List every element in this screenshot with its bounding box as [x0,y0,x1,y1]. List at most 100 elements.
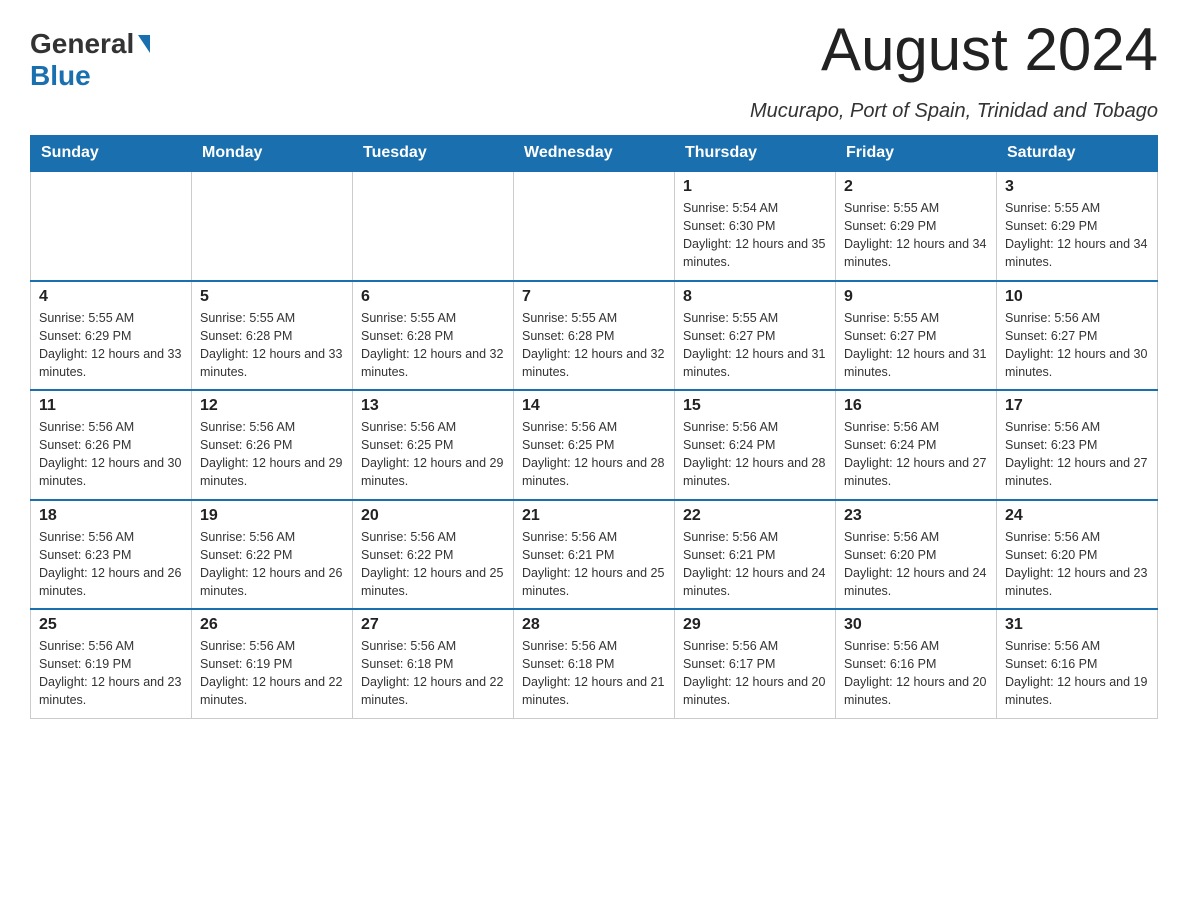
day-info: Sunrise: 5:55 AM Sunset: 6:29 PM Dayligh… [844,199,988,272]
calendar-day-15: 15 Sunrise: 5:56 AM Sunset: 6:24 PM Dayli… [675,390,836,500]
calendar-day-9: 9 Sunrise: 5:55 AM Sunset: 6:27 PM Daylig… [836,281,997,391]
day-number: 26 [200,616,344,634]
day-number: 7 [522,288,666,306]
calendar-day-empty [31,171,192,281]
calendar-day-5: 5 Sunrise: 5:55 AM Sunset: 6:28 PM Daylig… [192,281,353,391]
day-info: Sunrise: 5:56 AM Sunset: 6:16 PM Dayligh… [1005,637,1149,710]
logo: General Blue [30,20,150,92]
calendar-week-row: 4 Sunrise: 5:55 AM Sunset: 6:29 PM Daylig… [31,281,1158,391]
day-number: 20 [361,507,505,525]
weekday-header-sunday: Sunday [31,136,192,172]
calendar-day-4: 4 Sunrise: 5:55 AM Sunset: 6:29 PM Daylig… [31,281,192,391]
day-info: Sunrise: 5:55 AM Sunset: 6:29 PM Dayligh… [39,309,183,382]
day-number: 4 [39,288,183,306]
calendar-day-6: 6 Sunrise: 5:55 AM Sunset: 6:28 PM Daylig… [353,281,514,391]
weekday-header-tuesday: Tuesday [353,136,514,172]
calendar-day-19: 19Sunrise: 5:56 AM Sunset: 6:22 PM Dayli… [192,500,353,610]
day-info: Sunrise: 5:55 AM Sunset: 6:27 PM Dayligh… [683,309,827,382]
calendar-day-30: 30Sunrise: 5:56 AM Sunset: 6:16 PM Dayli… [836,609,997,718]
day-info: Sunrise: 5:56 AM Sunset: 6:25 PM Dayligh… [522,418,666,491]
calendar-day-8: 8Sunrise: 5:55 AM Sunset: 6:27 PM Daylig… [675,281,836,391]
day-info: Sunrise: 5:56 AM Sunset: 6:23 PM Dayligh… [39,528,183,601]
weekday-header-monday: Monday [192,136,353,172]
day-number: 19 [200,507,344,525]
day-info: Sunrise: 5:56 AM Sunset: 6:20 PM Dayligh… [1005,528,1149,601]
day-number: 24 [1005,507,1149,525]
day-number: 31 [1005,616,1149,634]
calendar-day-31: 31 Sunrise: 5:56 AM Sunset: 6:16 PM Dayli… [997,609,1158,718]
calendar-day-20: 20 Sunrise: 5:56 AM Sunset: 6:22 PM Dayli… [353,500,514,610]
day-info: Sunrise: 5:55 AM Sunset: 6:28 PM Dayligh… [522,309,666,382]
day-number: 3 [1005,178,1149,196]
calendar-day-13: 13 Sunrise: 5:56 AM Sunset: 6:25 PM Dayli… [353,390,514,500]
calendar-day-14: 14 Sunrise: 5:56 AM Sunset: 6:25 PM Dayli… [514,390,675,500]
calendar-day-empty [192,171,353,281]
day-info: Sunrise: 5:55 AM Sunset: 6:28 PM Dayligh… [200,309,344,382]
day-number: 16 [844,397,988,415]
calendar-day-12: 12Sunrise: 5:56 AM Sunset: 6:26 PM Dayli… [192,390,353,500]
logo-arrow-icon [138,35,150,53]
day-info: Sunrise: 5:56 AM Sunset: 6:18 PM Dayligh… [361,637,505,710]
day-number: 28 [522,616,666,634]
calendar-day-27: 27 Sunrise: 5:56 AM Sunset: 6:18 PM Dayli… [353,609,514,718]
calendar-day-11: 11Sunrise: 5:56 AM Sunset: 6:26 PM Dayli… [31,390,192,500]
day-number: 23 [844,507,988,525]
day-info: Sunrise: 5:56 AM Sunset: 6:20 PM Dayligh… [844,528,988,601]
day-info: Sunrise: 5:56 AM Sunset: 6:17 PM Dayligh… [683,637,827,710]
day-number: 22 [683,507,827,525]
day-info: Sunrise: 5:56 AM Sunset: 6:22 PM Dayligh… [361,528,505,601]
day-number: 15 [683,397,827,415]
calendar-day-7: 7 Sunrise: 5:55 AM Sunset: 6:28 PM Daylig… [514,281,675,391]
day-number: 25 [39,616,183,634]
weekday-header-wednesday: Wednesday [514,136,675,172]
day-number: 10 [1005,288,1149,306]
calendar-day-24: 24 Sunrise: 5:56 AM Sunset: 6:20 PM Dayli… [997,500,1158,610]
weekday-header-friday: Friday [836,136,997,172]
calendar-day-empty [514,171,675,281]
calendar-day-16: 16Sunrise: 5:56 AM Sunset: 6:24 PM Dayli… [836,390,997,500]
day-number: 9 [844,288,988,306]
calendar-day-21: 21Sunrise: 5:56 AM Sunset: 6:21 PM Dayli… [514,500,675,610]
day-info: Sunrise: 5:56 AM Sunset: 6:23 PM Dayligh… [1005,418,1149,491]
calendar-week-row: 18Sunrise: 5:56 AM Sunset: 6:23 PM Dayli… [31,500,1158,610]
calendar-day-25: 25Sunrise: 5:56 AM Sunset: 6:19 PM Dayli… [31,609,192,718]
weekday-header-saturday: Saturday [997,136,1158,172]
calendar-day-28: 28 Sunrise: 5:56 AM Sunset: 6:18 PM Dayli… [514,609,675,718]
day-info: Sunrise: 5:56 AM Sunset: 6:25 PM Dayligh… [361,418,505,491]
day-info: Sunrise: 5:56 AM Sunset: 6:18 PM Dayligh… [522,637,666,710]
location-title: Mucurapo, Port of Spain, Trinidad and To… [30,100,1158,123]
calendar-week-row: 11 Sunrise: 5:56 AM Sunset: 6:26 PM Dayli… [31,390,1158,500]
day-number: 2 [844,178,988,196]
day-number: 1 [683,178,827,196]
calendar-week-row: 25Sunrise: 5:56 AM Sunset: 6:19 PM Dayli… [31,609,1158,718]
calendar-day-26: 26Sunrise: 5:56 AM Sunset: 6:19 PM Dayli… [192,609,353,718]
calendar-header-row: SundayMondayTuesdayWednesdayThursdayFrid… [31,136,1158,172]
month-title: August 2024 [821,20,1158,80]
day-number: 6 [361,288,505,306]
day-number: 27 [361,616,505,634]
day-info: Sunrise: 5:56 AM Sunset: 6:26 PM Dayligh… [200,418,344,491]
day-info: Sunrise: 5:55 AM Sunset: 6:29 PM Dayligh… [1005,199,1149,272]
calendar-day-23: 23 Sunrise: 5:56 AM Sunset: 6:20 PM Dayli… [836,500,997,610]
calendar-day-2: 2 Sunrise: 5:55 AM Sunset: 6:29 PM Daylig… [836,171,997,281]
day-info: Sunrise: 5:56 AM Sunset: 6:21 PM Dayligh… [522,528,666,601]
day-info: Sunrise: 5:56 AM Sunset: 6:24 PM Dayligh… [683,418,827,491]
day-number: 30 [844,616,988,634]
logo-blue-text: Blue [30,60,91,92]
day-info: Sunrise: 5:55 AM Sunset: 6:28 PM Dayligh… [361,309,505,382]
calendar-day-1: 1Sunrise: 5:54 AM Sunset: 6:30 PM Daylig… [675,171,836,281]
day-number: 14 [522,397,666,415]
day-info: Sunrise: 5:56 AM Sunset: 6:21 PM Dayligh… [683,528,827,601]
calendar-day-18: 18Sunrise: 5:56 AM Sunset: 6:23 PM Dayli… [31,500,192,610]
page-header: General Blue August 2024 [30,20,1158,92]
day-number: 17 [1005,397,1149,415]
day-number: 11 [39,397,183,415]
calendar-day-17: 17 Sunrise: 5:56 AM Sunset: 6:23 PM Dayli… [997,390,1158,500]
logo-general-text: General [30,28,134,60]
day-number: 5 [200,288,344,306]
day-number: 13 [361,397,505,415]
day-info: Sunrise: 5:56 AM Sunset: 6:27 PM Dayligh… [1005,309,1149,382]
day-info: Sunrise: 5:55 AM Sunset: 6:27 PM Dayligh… [844,309,988,382]
day-number: 29 [683,616,827,634]
calendar-week-row: 1Sunrise: 5:54 AM Sunset: 6:30 PM Daylig… [31,171,1158,281]
